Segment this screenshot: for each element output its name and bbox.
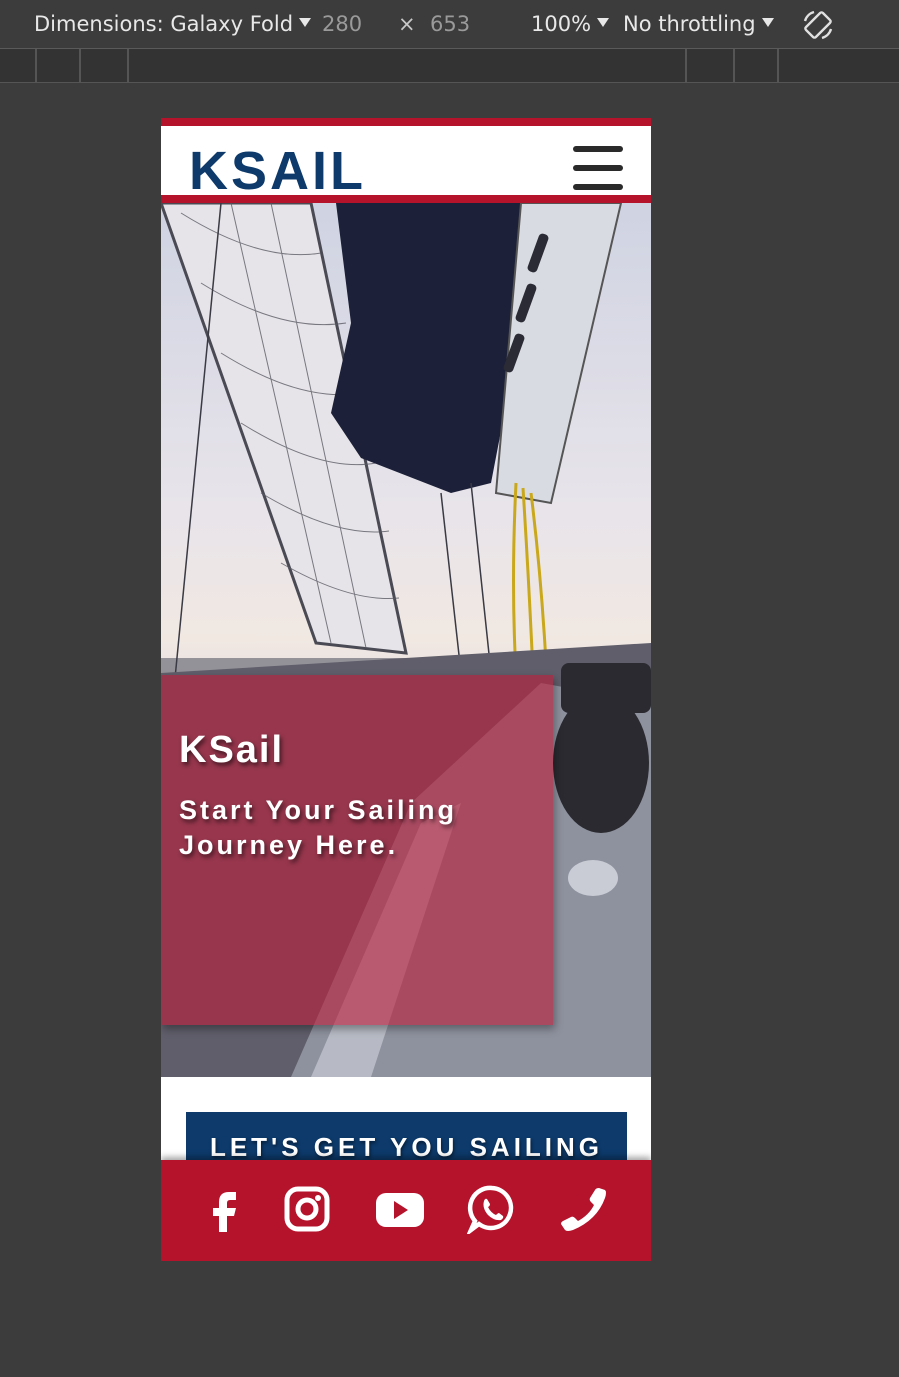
hero-title: KSail [179, 729, 285, 771]
device-dimensions-dropdown[interactable]: Dimensions: Galaxy Fold [34, 12, 312, 36]
chevron-down-icon [761, 17, 774, 27]
whatsapp-icon[interactable] [467, 1184, 517, 1234]
media-query-bar [0, 49, 899, 83]
device-viewport: KSAIL KSail Start Your Sailing Journey H… [161, 118, 651, 1261]
hero-section: KSail Start Your Sailing Journey Here. [161, 203, 651, 1077]
devtools-device-toolbar: Dimensions: Galaxy Fold 280 × 653 100% N… [0, 0, 899, 49]
width-input[interactable]: 280 [322, 12, 362, 36]
times-sign: × [398, 12, 416, 36]
hero-subtitle: Start Your Sailing Journey Here. [179, 795, 458, 860]
zoom-label: 100% [531, 12, 592, 36]
site-header: KSAIL [161, 118, 651, 203]
instagram-icon[interactable] [282, 1184, 332, 1234]
throttling-dropdown[interactable]: No throttling [623, 12, 774, 36]
phone-icon[interactable] [557, 1184, 607, 1234]
youtube-icon[interactable] [374, 1184, 424, 1234]
zoom-dropdown[interactable]: 100% [531, 12, 610, 36]
facebook-icon[interactable] [199, 1184, 249, 1234]
dimensions-label: Dimensions: Galaxy Fold [34, 12, 294, 36]
site-logo[interactable]: KSAIL [189, 140, 366, 202]
chevron-down-icon [299, 17, 312, 27]
rotate-icon[interactable] [800, 7, 836, 43]
social-footer [161, 1160, 651, 1261]
height-input[interactable]: 653 [430, 12, 470, 36]
hamburger-menu-icon[interactable] [573, 146, 623, 190]
throttling-label: No throttling [623, 12, 756, 36]
hero-overlay-panel: KSail Start Your Sailing Journey Here. [161, 675, 553, 1025]
chevron-down-icon [597, 17, 610, 27]
